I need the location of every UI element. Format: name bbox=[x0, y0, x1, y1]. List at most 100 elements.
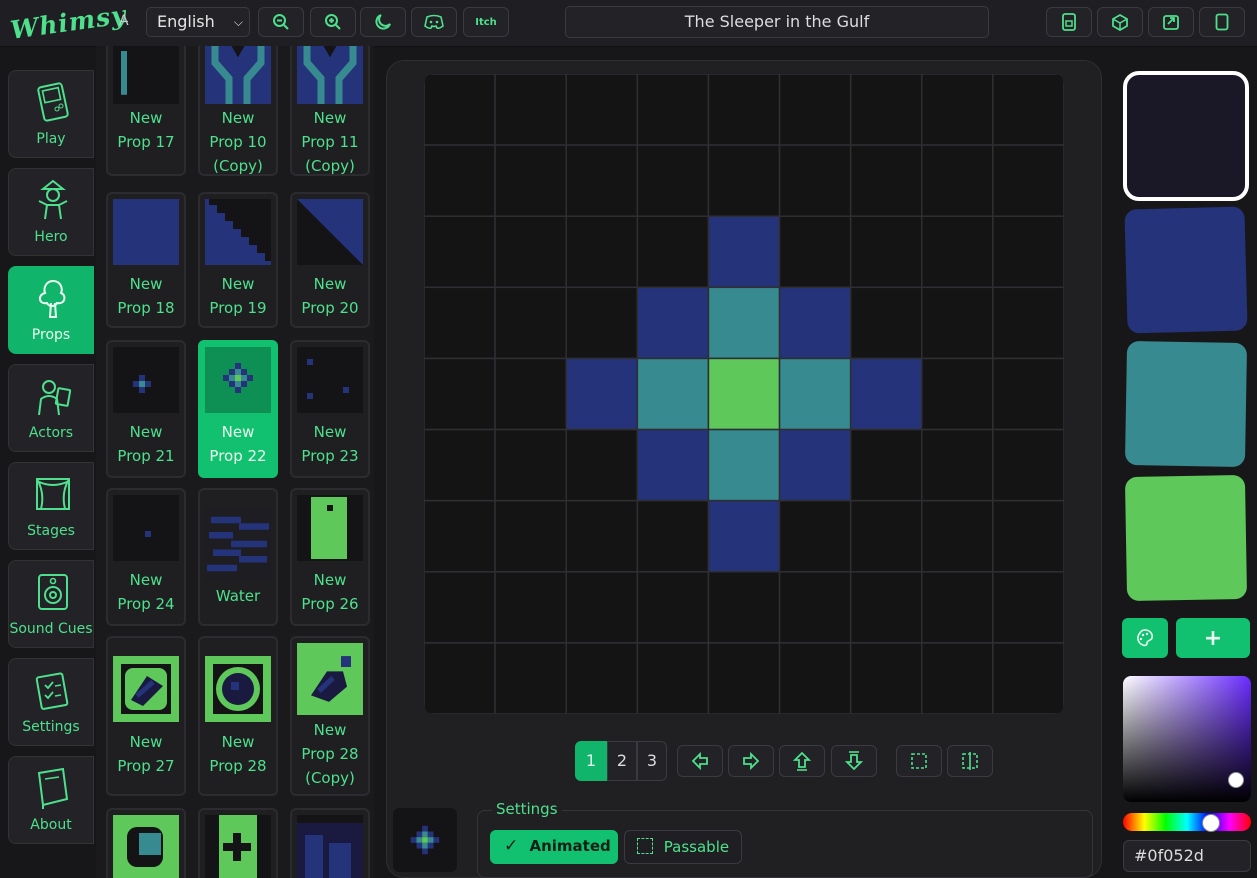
pixel-cell[interactable] bbox=[992, 357, 1064, 431]
pixel-cell[interactable] bbox=[494, 571, 567, 644]
pixel-cell[interactable] bbox=[636, 499, 710, 573]
pixel-cell[interactable] bbox=[921, 499, 994, 573]
pixel-cell[interactable] bbox=[921, 642, 994, 714]
palette-swatch[interactable] bbox=[1124, 340, 1248, 468]
pixel-cell[interactable] bbox=[424, 357, 496, 431]
zoom-in-button[interactable] bbox=[310, 7, 356, 37]
pixel-cell[interactable] bbox=[778, 571, 852, 644]
pixel-cell[interactable] bbox=[921, 74, 994, 146]
pixel-cell[interactable] bbox=[636, 144, 710, 217]
prop-card[interactable]: New Prop 27 bbox=[106, 636, 186, 796]
pixel-cell[interactable] bbox=[778, 499, 852, 573]
prop-card[interactable] bbox=[290, 808, 370, 878]
pixel-cell[interactable] bbox=[849, 357, 923, 431]
prop-card[interactable]: New Prop 28 (Copy) bbox=[290, 636, 370, 796]
sidebar-item-settings[interactable]: Settings bbox=[8, 658, 94, 746]
pixel-cell[interactable] bbox=[992, 74, 1064, 146]
pixel-cell[interactable] bbox=[565, 215, 639, 289]
project-title-input[interactable]: The Sleeper in the Gulf bbox=[565, 6, 989, 38]
pixel-cell[interactable] bbox=[849, 571, 923, 644]
pixel-cell[interactable] bbox=[778, 357, 852, 431]
pixel-cell[interactable] bbox=[849, 286, 923, 360]
passable-toggle[interactable]: Passable bbox=[624, 830, 742, 864]
pixel-cell[interactable] bbox=[494, 215, 567, 289]
prop-card[interactable]: New Prop 20 bbox=[290, 192, 370, 328]
pixel-cell[interactable] bbox=[636, 428, 710, 502]
save-button[interactable] bbox=[1046, 7, 1092, 37]
pixel-cell[interactable] bbox=[921, 571, 994, 644]
pixel-cell[interactable] bbox=[849, 144, 923, 217]
pixel-cell[interactable] bbox=[494, 428, 567, 502]
hue-handle[interactable] bbox=[1202, 814, 1220, 832]
prop-card[interactable]: New Prop 18 bbox=[106, 192, 186, 328]
pixel-cell[interactable] bbox=[992, 286, 1064, 360]
sidebar-item-play[interactable]: Play bbox=[8, 70, 94, 158]
pixel-cell[interactable] bbox=[778, 74, 852, 146]
pixel-cell[interactable] bbox=[494, 74, 567, 146]
prop-card[interactable] bbox=[106, 808, 186, 878]
picker-handle[interactable] bbox=[1228, 772, 1244, 788]
open-button[interactable] bbox=[1097, 7, 1143, 37]
pixel-cell[interactable] bbox=[992, 571, 1064, 644]
pixel-cell[interactable] bbox=[707, 74, 781, 146]
pixel-cell[interactable] bbox=[992, 642, 1064, 714]
pixel-cell[interactable] bbox=[565, 571, 639, 644]
pixel-cell[interactable] bbox=[992, 428, 1064, 502]
prop-card[interactable]: New Prop 23 bbox=[290, 340, 370, 478]
prop-card[interactable]: New Prop 24 bbox=[106, 488, 186, 626]
pixel-cell[interactable] bbox=[921, 286, 994, 360]
pixel-cell[interactable] bbox=[424, 428, 496, 502]
color-picker-area[interactable] bbox=[1123, 676, 1251, 802]
pixel-cell[interactable] bbox=[707, 428, 781, 502]
pixel-cell[interactable] bbox=[778, 215, 852, 289]
prop-card[interactable]: Water bbox=[198, 488, 278, 626]
new-project-button[interactable] bbox=[1199, 7, 1245, 37]
zoom-out-button[interactable] bbox=[258, 7, 304, 37]
hue-slider[interactable] bbox=[1123, 813, 1251, 832]
itch-button[interactable]: Itch bbox=[463, 7, 509, 37]
sidebar-item-about[interactable]: About bbox=[8, 756, 94, 844]
pixel-cell[interactable] bbox=[565, 642, 639, 714]
pixel-grid[interactable] bbox=[424, 74, 1064, 714]
pixel-cell[interactable] bbox=[565, 428, 639, 502]
pixel-cell[interactable] bbox=[636, 571, 710, 644]
frame-tab-3[interactable]: 3 bbox=[637, 741, 667, 781]
pixel-cell[interactable] bbox=[707, 499, 781, 573]
pixel-cell[interactable] bbox=[494, 286, 567, 360]
select-button[interactable] bbox=[896, 745, 942, 777]
pixel-cell[interactable] bbox=[636, 286, 710, 360]
pixel-cell[interactable] bbox=[494, 144, 567, 217]
sidebar-item-stages[interactable]: Stages bbox=[8, 462, 94, 550]
pixel-cell[interactable] bbox=[565, 74, 639, 146]
pixel-cell[interactable] bbox=[707, 357, 781, 431]
pixel-cell[interactable] bbox=[992, 144, 1064, 217]
prop-card[interactable]: New Prop 26 bbox=[290, 488, 370, 626]
pixel-cell[interactable] bbox=[707, 286, 781, 360]
pixel-cell[interactable] bbox=[494, 642, 567, 714]
pixel-cell[interactable] bbox=[424, 144, 496, 217]
pixel-cell[interactable] bbox=[707, 571, 781, 644]
pixel-cell[interactable] bbox=[565, 499, 639, 573]
shift-down-button[interactable] bbox=[831, 745, 877, 777]
pixel-cell[interactable] bbox=[424, 215, 496, 289]
shift-right-button[interactable] bbox=[728, 745, 774, 777]
sidebar-item-sound-cues[interactable]: Sound Cues bbox=[8, 560, 94, 648]
sidebar-item-actors[interactable]: Actors bbox=[8, 364, 94, 452]
palette-swatch[interactable] bbox=[1124, 474, 1248, 602]
pixel-cell[interactable] bbox=[636, 357, 710, 431]
pixel-cell[interactable] bbox=[494, 499, 567, 573]
pixel-cell[interactable] bbox=[424, 286, 496, 360]
add-color-button[interactable]: + bbox=[1176, 618, 1250, 658]
discord-button[interactable] bbox=[411, 7, 457, 37]
prop-card[interactable]: New Prop 11 (Copy) bbox=[290, 46, 370, 176]
pixel-cell[interactable] bbox=[424, 74, 496, 146]
pixel-cell[interactable] bbox=[849, 499, 923, 573]
pixel-cell[interactable] bbox=[636, 74, 710, 146]
pixel-cell[interactable] bbox=[707, 215, 781, 289]
flip-button[interactable] bbox=[947, 745, 993, 777]
pixel-cell[interactable] bbox=[778, 144, 852, 217]
pixel-cell[interactable] bbox=[778, 642, 852, 714]
pixel-cell[interactable] bbox=[424, 499, 496, 573]
prop-card[interactable]: New Prop 10 (Copy) bbox=[198, 46, 278, 176]
pixel-cell[interactable] bbox=[849, 74, 923, 146]
